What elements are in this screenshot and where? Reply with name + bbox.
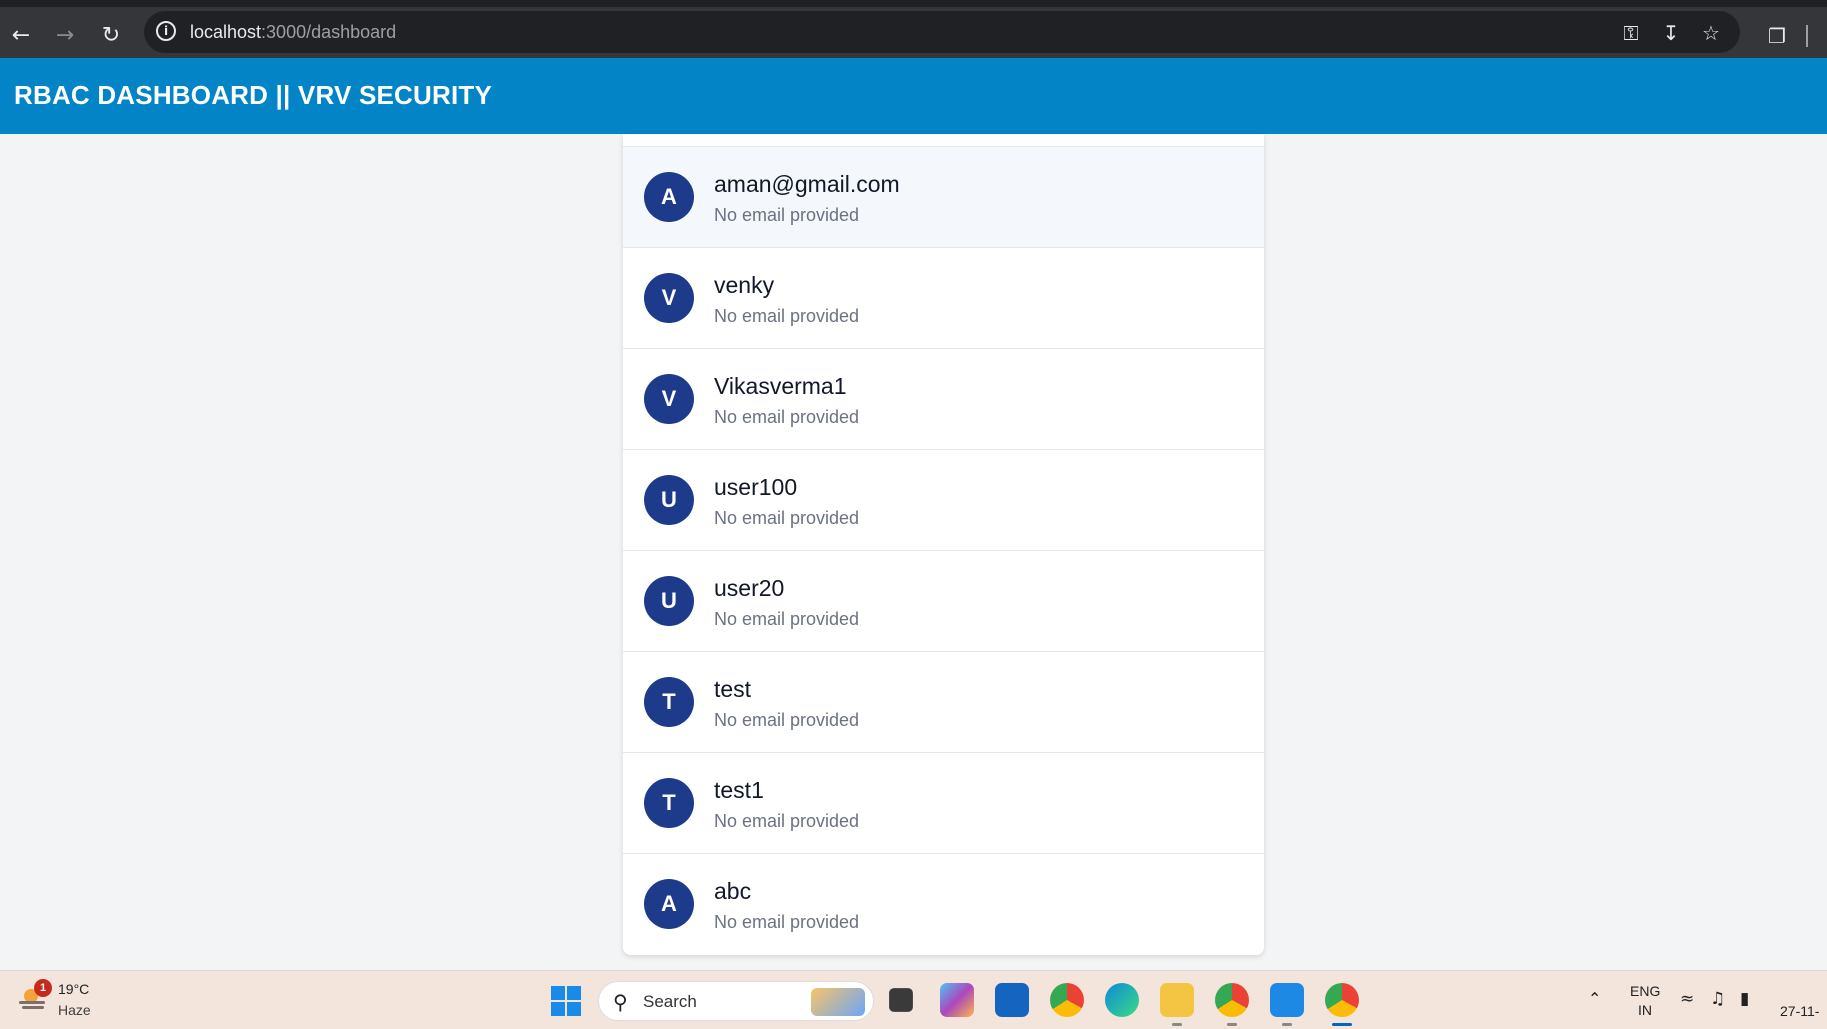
avatar: U — [644, 475, 694, 525]
avatar: T — [644, 677, 694, 727]
user-email: No email provided — [714, 306, 860, 326]
clock-date[interactable]: 27-11- — [1780, 1003, 1819, 1019]
weather-temperature[interactable]: 19°C — [58, 981, 89, 997]
avatar: V — [644, 273, 694, 323]
task-view-icon[interactable] — [889, 988, 913, 1012]
user-list-item[interactable]: Aaman@gmail.com No email provided — [623, 147, 1264, 248]
user-email: No email provided — [714, 609, 860, 629]
user-name: user20 — [714, 575, 785, 601]
user-list-item[interactable]: Uuser20 No email provided — [623, 551, 1264, 652]
taskbar-search[interactable]: ⚲ Search — [598, 981, 874, 1021]
bookmark-star-icon[interactable]: ☆ — [1698, 20, 1724, 46]
vscode-icon[interactable] — [1270, 983, 1304, 1026]
chrome-profile-icon[interactable] — [1215, 983, 1249, 1026]
user-list-item[interactable]: V Vikasverma1 No email provided — [623, 349, 1264, 450]
user-name: user100 — [714, 474, 798, 500]
back-icon[interactable]: ← — [6, 21, 36, 51]
avatar: V — [644, 374, 694, 424]
user-email: No email provided — [714, 508, 860, 528]
search-icon: ⚲ — [613, 990, 628, 1014]
avatar: A — [644, 879, 694, 929]
user-email: No email provided — [714, 205, 860, 225]
edge-icon[interactable] — [1105, 983, 1139, 1017]
battery-icon[interactable]: ▮ — [1740, 989, 1749, 1009]
volume-icon[interactable]: ♫ — [1710, 989, 1725, 1009]
password-key-icon[interactable]: ⚿ — [1618, 20, 1644, 46]
avatar: A — [644, 172, 694, 222]
user-list-item[interactable]: Ttest1 No email provided — [623, 753, 1264, 854]
user-email: No email provided — [714, 407, 860, 427]
user-email: No email provided — [714, 912, 860, 932]
url-text[interactable]: localhost:3000/dashboard — [190, 22, 396, 43]
region-indicator[interactable]: IN — [1638, 1002, 1652, 1018]
file-explorer-icon[interactable] — [1160, 983, 1194, 1026]
user-email: No email provided — [714, 811, 860, 831]
user-name: venky — [714, 272, 775, 298]
forward-icon[interactable]: → — [50, 21, 80, 51]
search-label: Search — [643, 992, 697, 1011]
extensions-icon[interactable]: ❐ — [1762, 21, 1792, 51]
address-bar[interactable]: i localhost:3000/dashboard ⚿ ↧ ☆ — [144, 11, 1740, 53]
user-list-item[interactable]: Vvenky No email provided — [623, 248, 1264, 349]
user-list: Aaman@gmail.com No email provided Vvenky No… — [623, 147, 1264, 955]
toolbar-divider — [1806, 25, 1808, 47]
avatar: U — [644, 576, 694, 626]
user-name: test1 — [714, 777, 764, 803]
tray-overflow-chevron-icon[interactable]: ⌃ — [1588, 989, 1601, 1008]
browser-toolbar: ← → ↻ i localhost:3000/dashboard ⚿ ↧ ☆ ❐ — [0, 0, 1827, 58]
taskbar: 1 19°C Haze ⚲ Search ⌃ ENG IN ≈ ♫ ▮ 27-1… — [0, 970, 1827, 1029]
user-list-card: Aaman@gmail.com No email provided Vvenky No… — [623, 134, 1264, 955]
user-list-item[interactable]: Ttest No email provided — [623, 652, 1264, 753]
user-list-item[interactable]: Aabc No email provided — [623, 854, 1264, 955]
language-indicator[interactable]: ENG — [1630, 983, 1660, 999]
weather-condition[interactable]: Haze — [58, 1002, 91, 1018]
app-header: RBAC DASHBOARD || VRV SECURITY — [0, 58, 1827, 134]
search-highlight-image — [811, 988, 865, 1016]
user-list-item[interactable]: Uuser100 No email provided — [623, 450, 1264, 551]
store-icon[interactable] — [995, 983, 1029, 1017]
weather-notification-badge: 1 — [34, 979, 52, 997]
reload-icon[interactable]: ↻ — [96, 21, 126, 51]
copilot-icon[interactable] — [940, 983, 974, 1017]
user-name: test — [714, 676, 752, 702]
wifi-icon[interactable]: ≈ — [1680, 989, 1694, 1009]
windows-start-icon[interactable] — [551, 986, 581, 1016]
chrome-active-icon[interactable] — [1325, 983, 1359, 1026]
site-info-icon[interactable]: i — [156, 21, 176, 41]
chrome-icon[interactable] — [1050, 983, 1084, 1017]
user-name: Vikasverma1 — [714, 373, 847, 399]
user-name: abc — [714, 878, 752, 904]
avatar: T — [644, 778, 694, 828]
install-app-icon[interactable]: ↧ — [1658, 20, 1684, 46]
card-top-strip — [623, 134, 1264, 147]
app-title: RBAC DASHBOARD || VRV SECURITY — [14, 80, 492, 110]
user-email: No email provided — [714, 710, 860, 730]
user-name: aman@gmail.com — [714, 171, 900, 197]
